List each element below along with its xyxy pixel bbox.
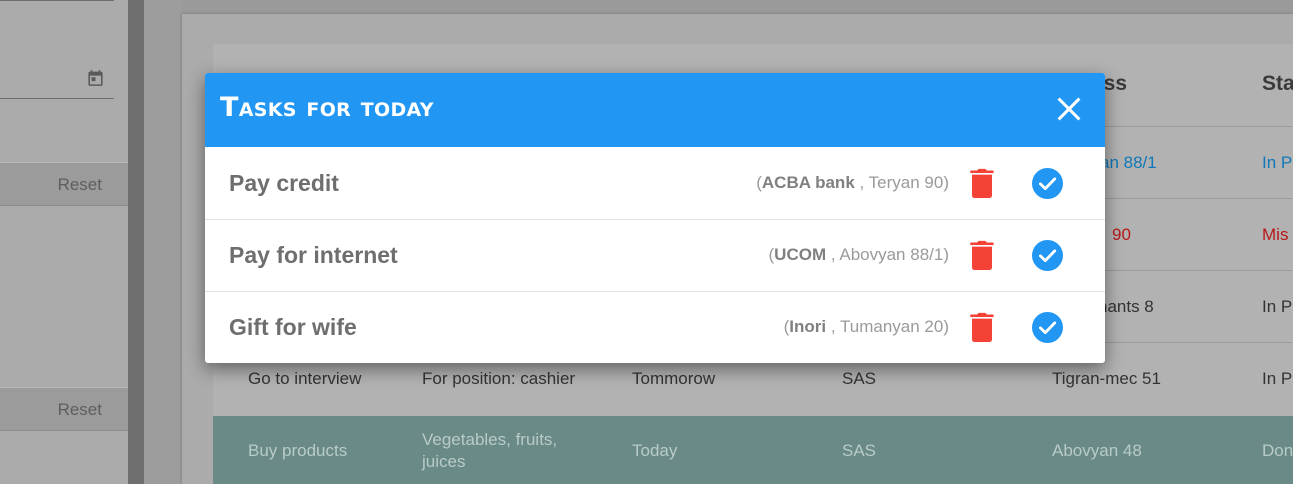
task-details: (Inori , Tumanyan 20) [784,317,949,337]
paren-close: ) [943,245,949,264]
filter-panel: Reset Reset [0,0,128,484]
table-cell-description: juices [422,452,466,471]
paren-close: ) [943,173,949,192]
table-cell-status: In P [1262,153,1293,172]
check-circle-icon[interactable] [1032,240,1063,271]
calendar-icon[interactable] [86,68,105,88]
task-name: Gift for wife [229,314,357,340]
table-cell-title: Buy products [248,441,348,460]
table-cell-date: Today [632,441,678,460]
table-cell-status: In P [1262,369,1293,388]
reset-button[interactable]: Reset [0,162,128,206]
panel-divider [128,0,144,484]
table-cell-company: SAS [842,369,877,388]
reset-button-label: Reset [57,400,102,419]
dialog-header: Tasks for today [205,73,1105,147]
task-address: Tumanyan 20 [840,317,944,336]
task-address: Abovyan 88/1 [839,245,944,264]
task-address: Teryan 90 [868,173,944,192]
table-cell-address: 90 [1112,225,1131,244]
task-name: Pay credit [229,170,339,196]
table-cell-title: Go to interview [248,369,362,388]
reset-button-label: Reset [57,175,102,194]
table-cell-status: Mis [1262,225,1289,244]
task-name: Pay for internet [229,242,398,268]
task-company: ACBA bank [761,173,855,192]
table-cell-status: Don [1262,441,1293,460]
check-circle-icon[interactable] [1032,312,1063,343]
close-icon[interactable] [1055,95,1083,123]
date-field-underline[interactable] [0,98,114,99]
table-cell-date: Tommorow [632,369,716,388]
task-details: (UCOM , Abovyan 88/1) [769,245,950,265]
trash-icon[interactable] [970,240,994,270]
task-item: Gift for wife (Inori , Tumanyan 20) [205,291,1105,363]
check-circle-icon[interactable] [1032,168,1063,199]
table-cell-address: Abovyan 48 [1052,441,1142,460]
trash-icon[interactable] [970,168,994,198]
task-item: Pay for internet (UCOM , Abovyan 88/1) [205,219,1105,292]
task-company: Inori [789,317,827,336]
separator: , [854,173,869,192]
panel-gap [144,0,182,484]
task-company: UCOM [774,245,827,264]
reset-button[interactable]: Reset [0,387,128,431]
table-cell-address: Tigran-mec 51 [1052,369,1161,388]
table-header-status: Sta [1262,72,1293,95]
table-cell-address: nants 8 [1098,297,1154,316]
tasks-for-today-dialog: Tasks for today Pay credit (ACBA bank , … [205,73,1105,363]
filter-field-underline [0,0,114,1]
separator: , [826,245,840,264]
paren-close: ) [943,317,949,336]
table-cell-address: an 88/1 [1100,153,1157,172]
table-cell-description: For position: cashier [422,369,576,388]
task-item: Pay credit (ACBA bank , Teryan 90) [205,147,1105,220]
separator: , [826,317,840,336]
table-cell-company: SAS [842,441,877,460]
table-cell-description: Vegetables, fruits, [422,430,558,449]
trash-icon[interactable] [970,312,994,342]
dialog-title: Tasks for today [220,92,434,123]
task-details: (ACBA bank , Teryan 90) [756,173,949,193]
table-cell-status: In P [1262,297,1293,316]
